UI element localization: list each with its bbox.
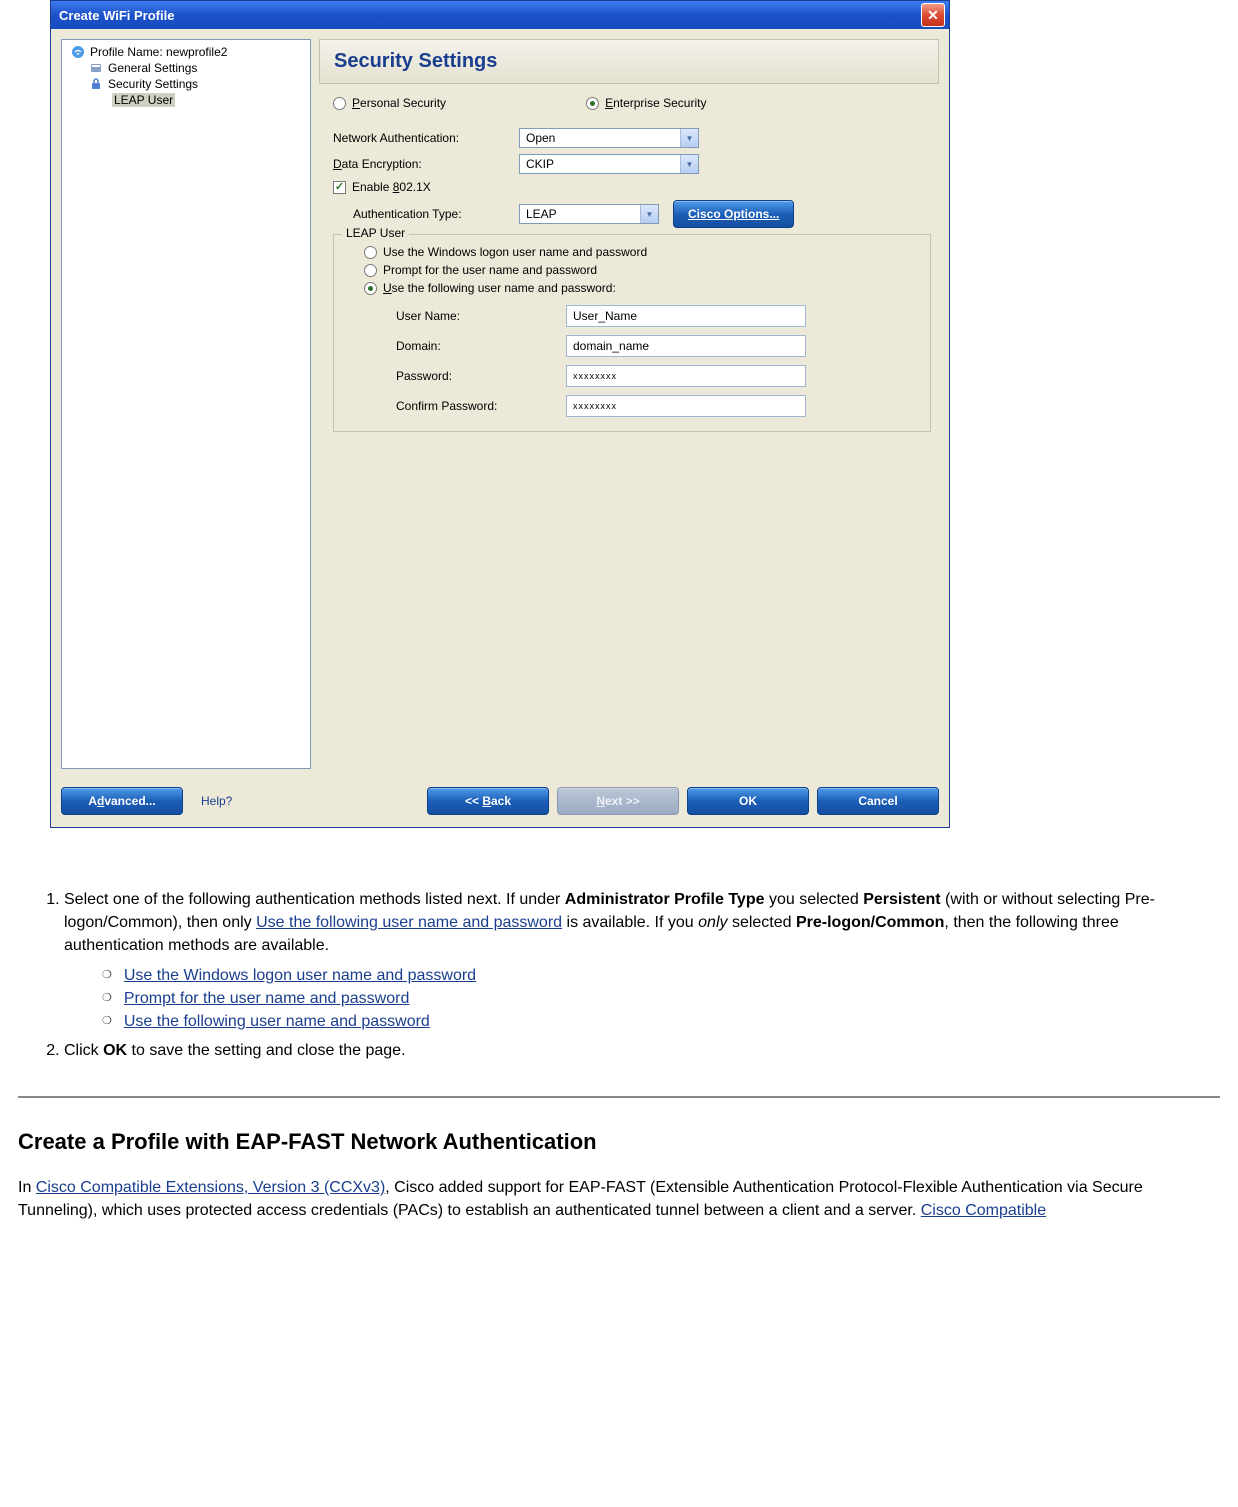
dialog-footer: Advanced...Advanced... Help? << Back<< B… xyxy=(51,779,949,827)
sub-item: Use the Windows logon user name and pass… xyxy=(102,964,1220,987)
wifi-icon xyxy=(70,45,86,59)
fieldset-legend: LEAP User xyxy=(342,226,409,240)
select-auth-type[interactable]: LEAP ▼ xyxy=(519,204,659,224)
tree-general-settings[interactable]: General Settings xyxy=(66,60,306,76)
link-use-following-1[interactable]: Use the following user name and password xyxy=(256,914,562,931)
ok-button[interactable]: OK xyxy=(687,787,809,815)
label-user-name: User Name: xyxy=(396,309,566,323)
help-link[interactable]: Help? xyxy=(201,794,232,808)
radio-personal-security[interactable]: PPersonal Securityersonal Security xyxy=(333,96,446,110)
radio-icon xyxy=(364,282,377,295)
label-confirm-password: Confirm Password: xyxy=(396,399,566,413)
cisco-options-button[interactable]: Cisco Options... xyxy=(673,200,794,228)
general-icon xyxy=(88,61,104,75)
advanced-button[interactable]: Advanced...Advanced... xyxy=(61,787,183,815)
document-section: Select one of the following authenticati… xyxy=(0,852,1238,1223)
titlebar-text: Create WiFi Profile xyxy=(59,8,174,23)
radio-use-following[interactable]: Use the following user name and password… xyxy=(364,281,918,295)
checkbox-enable-8021x[interactable]: Enable 802.1XEnable 802.1X xyxy=(333,180,431,194)
link-windows-logon[interactable]: Use the Windows logon user name and pass… xyxy=(124,967,476,984)
label-auth-type: Authentication Type: xyxy=(353,207,519,221)
cancel-button[interactable]: Cancel xyxy=(817,787,939,815)
leap-user-fieldset: LEAP User Use the Windows logon user nam… xyxy=(333,234,931,432)
label-network-auth: Network Authentication: xyxy=(333,131,519,145)
chevron-down-icon: ▼ xyxy=(640,205,658,223)
label-data-encryption: Data Encryption:Data Encryption: xyxy=(333,157,519,171)
radio-icon xyxy=(364,264,377,277)
input-confirm-password[interactable]: xxxxxxxx xyxy=(566,395,806,417)
close-button[interactable]: ✕ xyxy=(921,3,945,27)
select-network-auth[interactable]: Open ▼ xyxy=(519,128,699,148)
step-2: Click OK to save the setting and close t… xyxy=(64,1039,1220,1062)
radio-prompt-credentials[interactable]: Prompt for the user name and password xyxy=(364,263,918,277)
radio-enterprise-security[interactable]: Enterprise SecurityEnterprise Security xyxy=(586,96,706,110)
nav-tree[interactable]: Profile Name: newprofile2 General Settin… xyxy=(61,39,311,769)
radio-icon xyxy=(364,246,377,259)
chevron-down-icon: ▼ xyxy=(680,155,698,173)
close-icon: ✕ xyxy=(927,8,939,22)
input-user-name[interactable]: User_Name xyxy=(566,305,806,327)
label-password: Password: xyxy=(396,369,566,383)
radio-icon xyxy=(333,97,346,110)
tree-leap-user[interactable]: LEAP User xyxy=(66,92,306,108)
link-use-following-2[interactable]: Use the following user name and password xyxy=(124,1013,430,1030)
label-domain: Domain: xyxy=(396,339,566,353)
link-cisco-compatible[interactable]: Cisco Compatible xyxy=(921,1202,1046,1219)
link-ccxv3[interactable]: Cisco Compatible Extensions, Version 3 (… xyxy=(36,1179,385,1196)
lock-icon xyxy=(88,77,104,91)
link-prompt[interactable]: Prompt for the user name and password xyxy=(124,990,409,1007)
sub-item: Prompt for the user name and password xyxy=(102,987,1220,1010)
back-button[interactable]: << Back<< Back xyxy=(427,787,549,815)
next-button[interactable]: Next >>Next >> xyxy=(557,787,679,815)
create-wifi-profile-dialog: Create WiFi Profile ✕ Profile Name: newp… xyxy=(50,0,950,828)
checkbox-icon xyxy=(333,181,346,194)
input-domain[interactable]: domain_name xyxy=(566,335,806,357)
titlebar[interactable]: Create WiFi Profile ✕ xyxy=(51,1,949,29)
step-1: Select one of the following authenticati… xyxy=(64,888,1220,1033)
panel-header: Security Settings xyxy=(319,39,939,84)
radio-icon xyxy=(586,97,599,110)
divider xyxy=(18,1096,1220,1098)
select-data-encryption[interactable]: CKIP ▼ xyxy=(519,154,699,174)
tree-profile-name[interactable]: Profile Name: newprofile2 xyxy=(66,44,306,60)
chevron-down-icon: ▼ xyxy=(680,129,698,147)
paragraph: In Cisco Compatible Extensions, Version … xyxy=(18,1176,1220,1222)
radio-use-windows-logon[interactable]: Use the Windows logon user name and pass… xyxy=(364,245,918,259)
input-password[interactable]: xxxxxxxx xyxy=(566,365,806,387)
sub-item: Use the following user name and password xyxy=(102,1010,1220,1033)
tree-security-settings[interactable]: Security Settings xyxy=(66,76,306,92)
section-heading: Create a Profile with EAP-FAST Network A… xyxy=(18,1126,1220,1158)
